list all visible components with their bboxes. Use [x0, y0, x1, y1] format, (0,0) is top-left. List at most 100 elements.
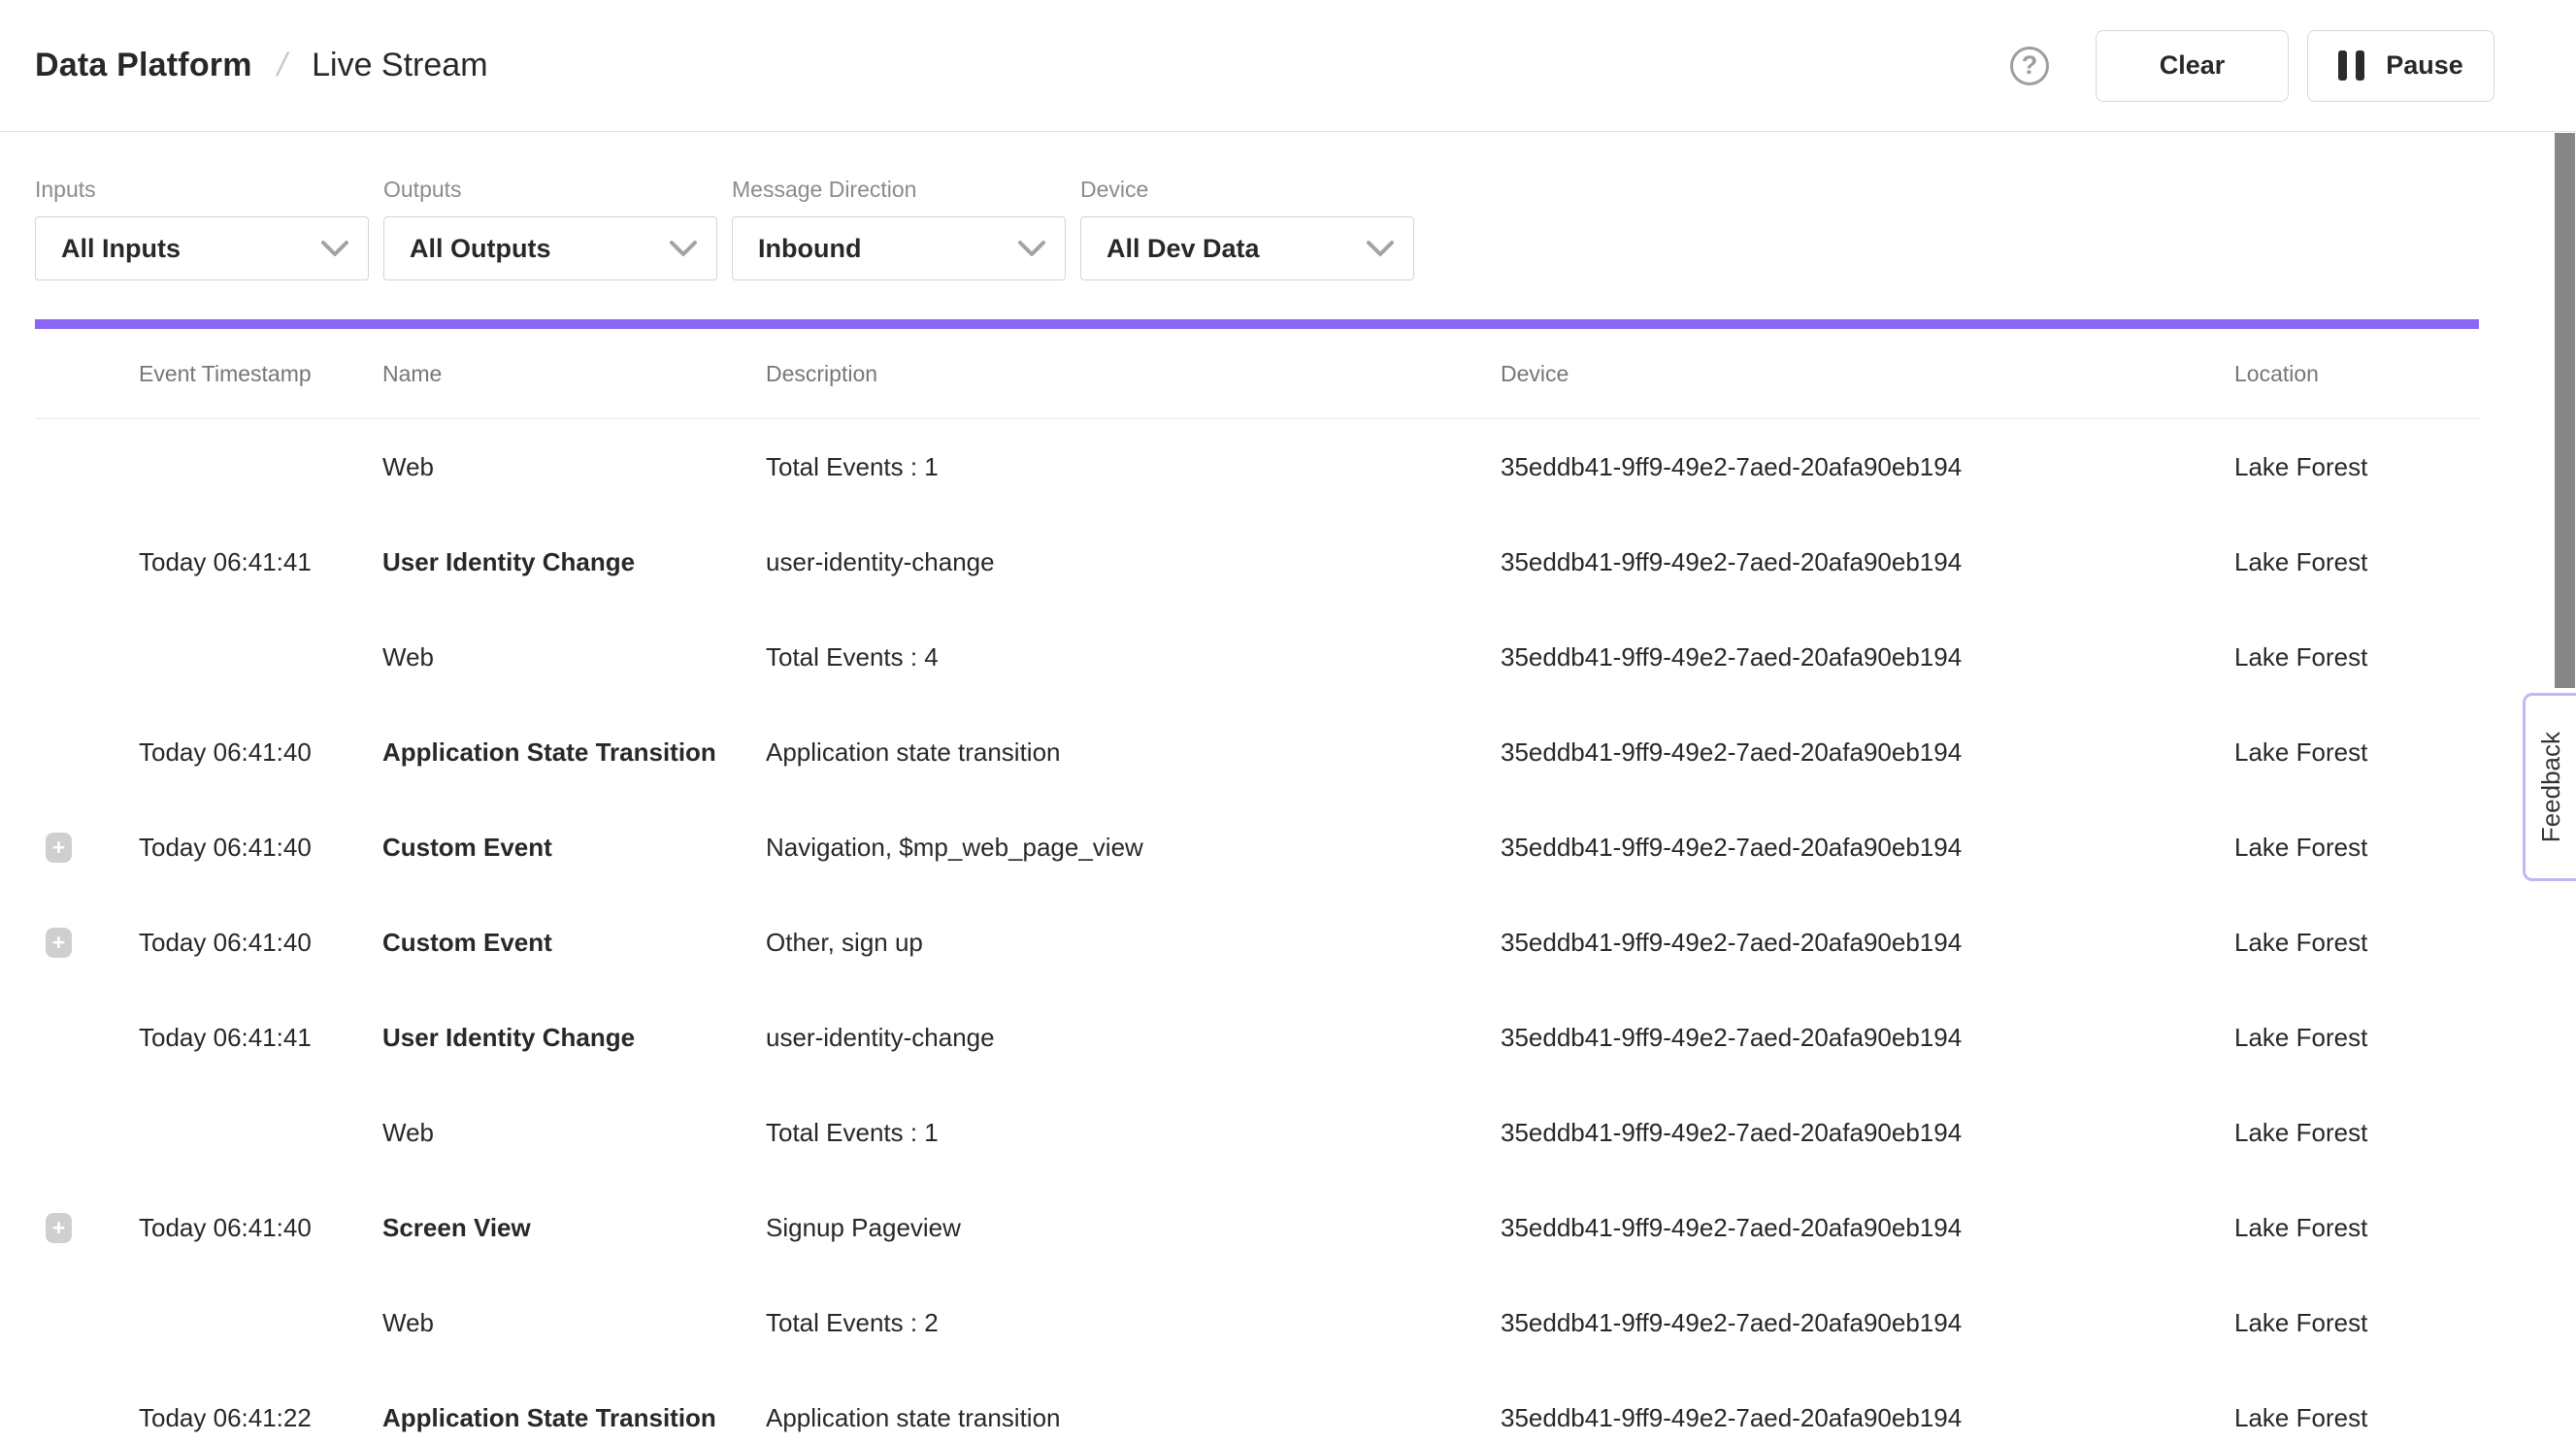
event-description-cell: Navigation, $mp_web_page_view — [766, 833, 1501, 863]
table-row[interactable]: + Today 06:41:22 Application State Trans… — [35, 1370, 2479, 1442]
location-cell: Lake Forest — [2234, 547, 2479, 577]
feedback-tab[interactable]: Feedback — [2523, 693, 2576, 881]
filter-inputs-select[interactable]: All Inputs — [35, 216, 369, 280]
filter-outputs: Outputs All Outputs — [383, 177, 717, 280]
device-cell: 35eddb41-9ff9-49e2-7aed-20afa90eb194 — [1501, 1118, 2234, 1148]
row-gutter: + — [35, 1403, 139, 1433]
row-gutter: + — [35, 452, 139, 482]
location-cell: Lake Forest — [2234, 1118, 2479, 1148]
help-icon[interactable]: ? — [2010, 47, 2049, 85]
table-row[interactable]: + Today 06:41:40 Screen View Signup Page… — [35, 1180, 2479, 1275]
filter-outputs-select[interactable]: All Outputs — [383, 216, 717, 280]
chevron-down-icon — [670, 241, 697, 257]
vertical-scrollbar-thumb[interactable] — [2555, 133, 2575, 688]
table-row[interactable]: + Web Total Events : 1 35eddb41-9ff9-49e… — [35, 419, 2479, 514]
row-gutter: + — [35, 1023, 139, 1053]
device-cell: 35eddb41-9ff9-49e2-7aed-20afa90eb194 — [1501, 833, 2234, 863]
filter-device-label: Device — [1080, 177, 1414, 203]
column-header-device: Device — [1501, 361, 2234, 387]
stream-accent-bar — [35, 319, 2479, 329]
chevron-down-icon — [1367, 241, 1394, 257]
filter-outputs-label: Outputs — [383, 177, 717, 203]
device-cell: 35eddb41-9ff9-49e2-7aed-20afa90eb194 — [1501, 1023, 2234, 1053]
location-cell: Lake Forest — [2234, 642, 2479, 672]
expand-plus-icon[interactable]: + — [46, 928, 72, 958]
column-header-name: Name — [382, 361, 766, 387]
filter-message-direction-value: Inbound — [758, 234, 861, 264]
table-row[interactable]: + Today 06:41:40 Custom Event Other, sig… — [35, 895, 2479, 990]
device-cell: 35eddb41-9ff9-49e2-7aed-20afa90eb194 — [1501, 1403, 2234, 1433]
event-description-cell: Total Events : 1 — [766, 452, 1501, 482]
filter-device: Device All Dev Data — [1080, 177, 1414, 280]
table-row[interactable]: + Today 06:41:41 User Identity Change us… — [35, 990, 2479, 1085]
row-gutter: + — [35, 737, 139, 768]
pause-button-label: Pause — [2386, 50, 2463, 81]
row-gutter: + — [35, 833, 139, 863]
event-name-cell: Application State Transition — [382, 737, 766, 768]
filter-inputs-value: All Inputs — [61, 234, 181, 264]
event-description-cell: Total Events : 2 — [766, 1308, 1501, 1338]
event-description-cell: Signup Pageview — [766, 1213, 1501, 1243]
location-cell: Lake Forest — [2234, 452, 2479, 482]
event-timestamp-cell: Today 06:41:22 — [139, 1403, 382, 1433]
device-cell: 35eddb41-9ff9-49e2-7aed-20afa90eb194 — [1501, 642, 2234, 672]
location-cell: Lake Forest — [2234, 1023, 2479, 1053]
expand-plus-icon[interactable]: + — [46, 833, 72, 863]
event-name-cell: Web — [382, 452, 766, 482]
table-row[interactable]: + Web Total Events : 2 35eddb41-9ff9-49e… — [35, 1275, 2479, 1370]
breadcrumb: Data Platform / Live Stream — [35, 47, 488, 84]
row-gutter: + — [35, 547, 139, 577]
pause-icon — [2338, 50, 2364, 81]
location-cell: Lake Forest — [2234, 1213, 2479, 1243]
filter-inputs-label: Inputs — [35, 177, 369, 203]
event-name-cell: Custom Event — [382, 928, 766, 958]
event-description-cell: Total Events : 1 — [766, 1118, 1501, 1148]
row-gutter: + — [35, 1308, 139, 1338]
expand-plus-icon[interactable]: + — [46, 1213, 72, 1243]
event-description-cell: user-identity-change — [766, 547, 1501, 577]
chevron-down-icon — [321, 241, 348, 257]
feedback-tab-label: Feedback — [2536, 732, 2566, 842]
event-timestamp-cell: Today 06:41:40 — [139, 737, 382, 768]
table-header-row: Event Timestamp Name Description Device … — [35, 329, 2479, 419]
event-name-cell: Web — [382, 1308, 766, 1338]
row-gutter: + — [35, 1213, 139, 1243]
filter-message-direction-select[interactable]: Inbound — [732, 216, 1066, 280]
event-name-cell: User Identity Change — [382, 1023, 766, 1053]
event-timestamp-cell: Today 06:41:41 — [139, 1023, 382, 1053]
device-cell: 35eddb41-9ff9-49e2-7aed-20afa90eb194 — [1501, 452, 2234, 482]
event-timestamp-cell: Today 06:41:40 — [139, 1213, 382, 1243]
table-row[interactable]: + Web Total Events : 4 35eddb41-9ff9-49e… — [35, 609, 2479, 705]
pause-button[interactable]: Pause — [2307, 30, 2494, 102]
event-name-cell: Web — [382, 1118, 766, 1148]
header-actions: ? Clear Pause — [2010, 30, 2494, 102]
device-cell: 35eddb41-9ff9-49e2-7aed-20afa90eb194 — [1501, 928, 2234, 958]
location-cell: Lake Forest — [2234, 1403, 2479, 1433]
table-row[interactable]: + Today 06:41:40 Application State Trans… — [35, 705, 2479, 800]
live-stream-page: { "header": { "breadcrumb": { "section":… — [0, 0, 2576, 1442]
breadcrumb-separator: / — [274, 47, 291, 84]
page-title: Live Stream — [312, 47, 487, 84]
filter-inputs: Inputs All Inputs — [35, 177, 369, 280]
location-cell: Lake Forest — [2234, 928, 2479, 958]
event-name-cell: Custom Event — [382, 833, 766, 863]
table-row[interactable]: + Web Total Events : 1 35eddb41-9ff9-49e… — [35, 1085, 2479, 1180]
breadcrumb-section[interactable]: Data Platform — [35, 47, 252, 84]
filter-outputs-value: All Outputs — [410, 234, 550, 264]
event-timestamp-cell: Today 06:41:40 — [139, 833, 382, 863]
filter-device-select[interactable]: All Dev Data — [1080, 216, 1414, 280]
device-cell: 35eddb41-9ff9-49e2-7aed-20afa90eb194 — [1501, 547, 2234, 577]
column-header-description: Description — [766, 361, 1501, 387]
event-name-cell: Screen View — [382, 1213, 766, 1243]
event-description-cell: Application state transition — [766, 737, 1501, 768]
column-header-location: Location — [2234, 361, 2479, 387]
table-row[interactable]: + Today 06:41:40 Custom Event Navigation… — [35, 800, 2479, 895]
filter-message-direction-label: Message Direction — [732, 177, 1066, 203]
device-cell: 35eddb41-9ff9-49e2-7aed-20afa90eb194 — [1501, 1213, 2234, 1243]
event-name-cell: User Identity Change — [382, 547, 766, 577]
event-timestamp-cell: Today 06:41:40 — [139, 928, 382, 958]
table-row[interactable]: + Today 06:41:41 User Identity Change us… — [35, 514, 2479, 609]
clear-button[interactable]: Clear — [2096, 30, 2289, 102]
event-name-cell: Web — [382, 642, 766, 672]
column-header-event-timestamp: Event Timestamp — [139, 361, 382, 387]
